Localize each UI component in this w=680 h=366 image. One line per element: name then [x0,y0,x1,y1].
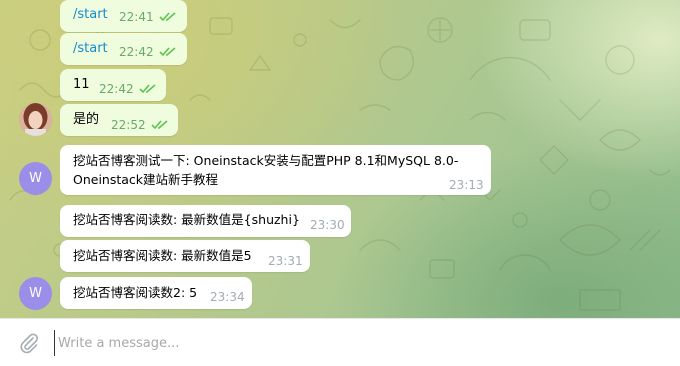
message-bubble[interactable]: 挖站否博客阅读数: 最新数值是{shuzhi} 23:30 [60,205,351,237]
avatar-letter: W [29,286,42,301]
telegram-chat-window: /start 22:41 /start 22:42 11 22:42 是的 22… [0,0,680,366]
user-photo-icon [19,103,52,136]
message-bubble[interactable]: /start 22:41 [60,0,187,32]
message-composer [0,318,680,366]
read-check-icon [139,84,156,94]
message-time: 22:52 [111,118,146,132]
bot-avatar[interactable]: W [19,277,52,310]
message-time: 23:13 [449,178,484,192]
message-bubble[interactable]: /start 22:42 [60,33,187,65]
message-bubble[interactable]: 挖站否博客测试一下: Oneinstack安装与配置PHP 8.1和MySQL … [60,145,491,195]
read-check-icon [159,12,176,22]
message-text[interactable]: /start [73,5,108,24]
message-bubble[interactable]: 挖站否博客阅读数: 最新数值是5 23:31 [60,240,310,272]
message-input[interactable] [54,330,658,356]
message-text-line-1: 挖站否博客测试一下: Oneinstack安装与配置PHP 8.1和MySQL … [73,153,459,168]
message-time: 23:31 [268,254,303,268]
message-bubble[interactable]: 11 22:42 [60,69,166,101]
message-time: 22:42 [99,82,134,96]
message-bubble[interactable]: 是的 22:52 [60,104,178,136]
chat-background: /start 22:41 /start 22:42 11 22:42 是的 22… [0,0,680,318]
paperclip-icon[interactable] [18,332,40,354]
user-avatar[interactable] [19,103,52,136]
message-text: 挖站否博客阅读数: 最新数值是5 [73,248,252,263]
message-text-line-2: Oneinstack建站新手教程 [73,172,219,187]
bot-avatar[interactable]: W [19,162,52,195]
message-time: 22:42 [119,45,154,59]
message-text: 挖站否博客阅读数2: 5 [73,285,198,300]
message-text[interactable]: /start [73,39,108,58]
message-bubble[interactable]: 挖站否博客阅读数2: 5 23:34 [60,277,252,309]
message-time: 22:41 [119,10,154,24]
message-time: 23:30 [310,218,345,232]
message-time: 23:34 [210,290,245,304]
read-check-icon [151,120,168,130]
message-text: 是的 [73,112,100,127]
read-check-icon [159,47,176,57]
message-text: 11 [73,77,90,92]
avatar-letter: W [29,171,42,186]
message-text: 挖站否博客阅读数: 最新数值是{shuzhi} [73,212,300,227]
